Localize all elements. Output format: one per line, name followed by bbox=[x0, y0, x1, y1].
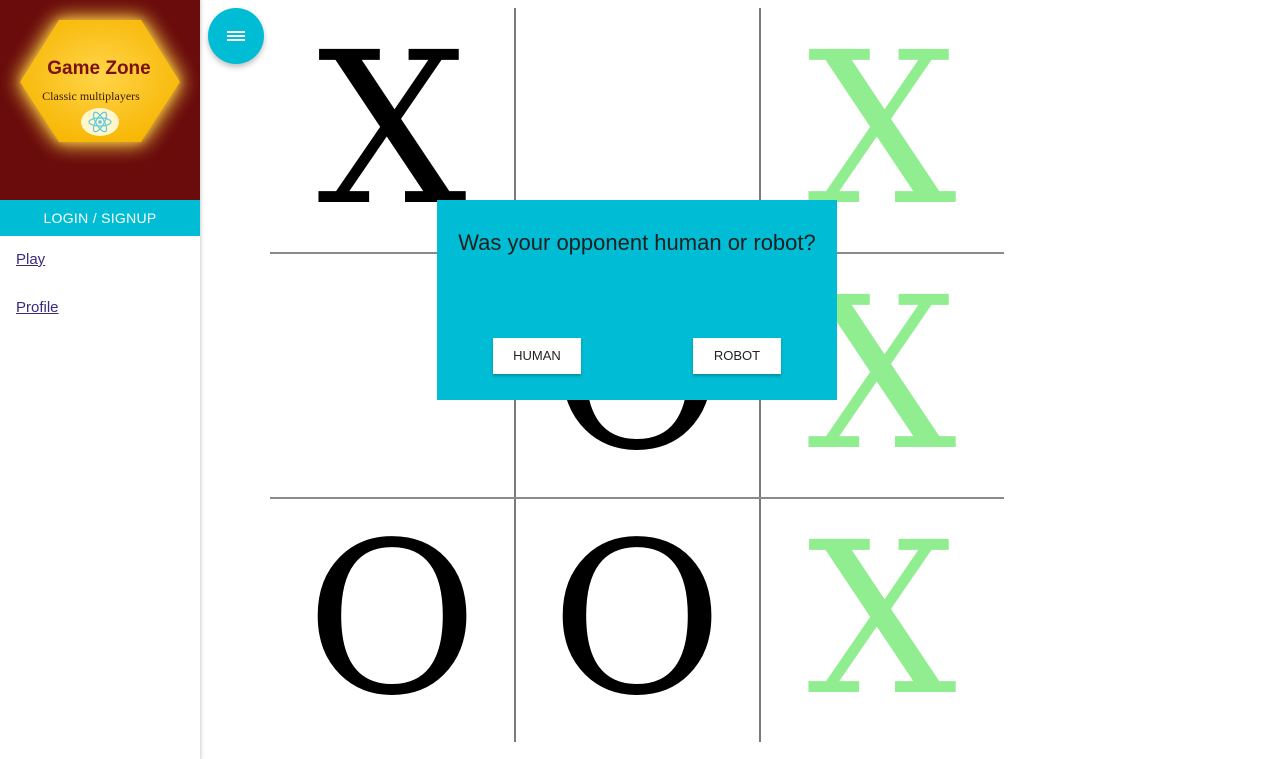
dialog-question: Was your opponent human or robot? bbox=[458, 230, 816, 255]
board-cell-8[interactable]: O bbox=[515, 498, 759, 742]
robot-button[interactable]: ROBOT bbox=[693, 338, 781, 374]
opponent-dialog: Was your opponent human or robot? HUMAN … bbox=[437, 200, 837, 400]
sidebar: Game Zone Classic multiplayers LOGIN / S… bbox=[0, 0, 201, 759]
react-atom-icon bbox=[81, 108, 119, 136]
board-cell-9[interactable]: X bbox=[760, 498, 1004, 742]
login-signup-button[interactable]: LOGIN / SIGNUP bbox=[0, 200, 200, 236]
board-cell-7[interactable]: O bbox=[270, 498, 514, 742]
brand-title: Game Zone bbox=[47, 58, 151, 79]
brand-hexagon bbox=[14, 0, 186, 168]
menu-button[interactable] bbox=[208, 8, 264, 64]
hamburger-menu-icon bbox=[227, 31, 245, 41]
brand-header: Game Zone Classic multiplayers bbox=[0, 0, 200, 200]
human-button[interactable]: HUMAN bbox=[493, 338, 581, 374]
grid-line-horizontal-2 bbox=[270, 497, 1004, 499]
nav-link-play[interactable]: Play bbox=[16, 251, 45, 268]
nav-link-profile[interactable]: Profile bbox=[16, 299, 59, 316]
brand-subtitle: Classic multiplayers bbox=[42, 89, 140, 103]
